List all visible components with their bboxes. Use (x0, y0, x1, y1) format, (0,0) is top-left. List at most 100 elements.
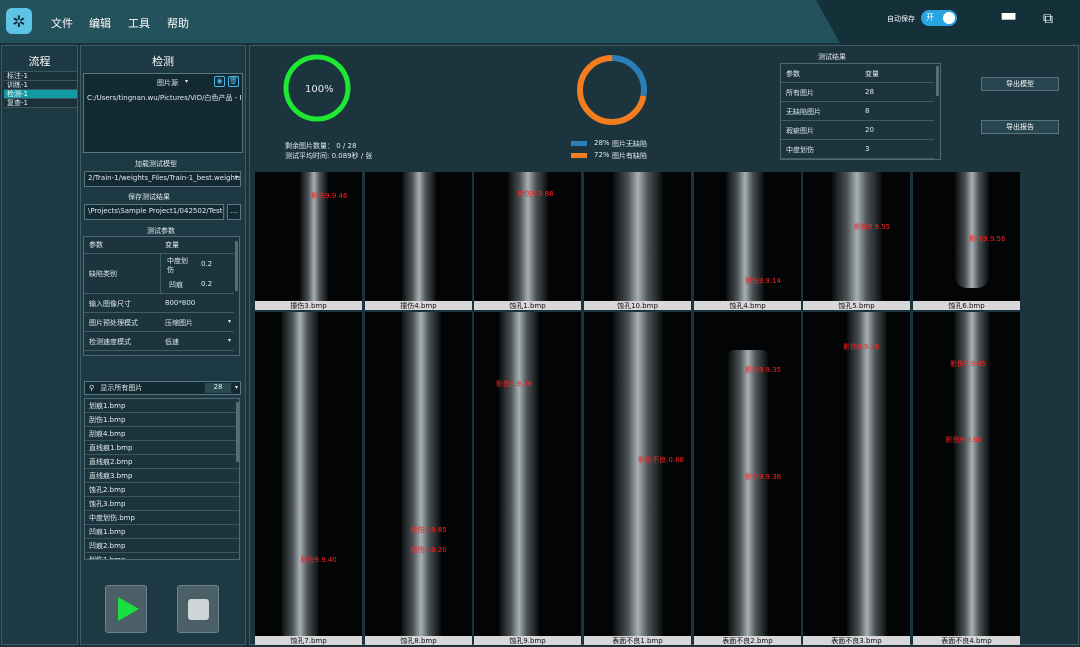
autosave-toggle[interactable]: 开 (921, 10, 957, 26)
remaining-count: 剩余图片数量： 0 / 28 (285, 142, 357, 150)
file-list-item[interactable]: 刮伤1.bmp (85, 413, 239, 427)
run-button[interactable] (105, 585, 147, 633)
flow-item[interactable]: 检测-1 (4, 90, 77, 99)
detection-label: 影伤9.9.35 (744, 366, 782, 375)
detection-label: 影伤9.9.40 (300, 556, 337, 565)
file-list-item[interactable]: 凹痕1.bmp (85, 525, 239, 539)
image-tile[interactable]: 影伤9.9.56 蚀孔6.bmp (913, 172, 1020, 310)
preprocess-select[interactable]: 压缩图片 (165, 318, 193, 328)
menu-edit[interactable]: 编辑 (89, 15, 111, 31)
detection-label: 影伤9.9.55 (853, 222, 891, 231)
image-name: 表面不良3.bmp (803, 636, 910, 645)
image-name: 撞伤4.bmp (365, 301, 472, 310)
image-tile[interactable]: 影伤9.9.26 表面不良3.bmp (803, 312, 910, 645)
trash-icon[interactable]: 🗑 (228, 76, 239, 87)
menu-file[interactable]: 文件 (51, 15, 73, 31)
legend-label: 图片有缺陷 (612, 152, 647, 160)
file-list-scrollbar[interactable] (236, 402, 239, 462)
menu-help[interactable]: 帮助 (167, 15, 189, 31)
file-list-item[interactable]: 划伤1.bmp (85, 553, 239, 559)
result-param: 参数 (786, 70, 800, 78)
image-name: 蚀孔8.bmp (365, 636, 472, 645)
play-icon (118, 597, 139, 621)
defect-value[interactable]: 0.2 (201, 260, 212, 268)
defect-row: 缺陷类别 中度划伤 0.2 凹痕 0.2 (84, 254, 234, 294)
source-path[interactable]: C:/Users/tingnan.wu/Pictures/ViD/白色产品 - … (87, 93, 241, 103)
file-list-item[interactable]: 蚀孔2.bmp (85, 483, 239, 497)
image-count: 28 (205, 383, 231, 393)
export-model-button[interactable]: 导出模型 (981, 77, 1059, 91)
input-size-value[interactable]: 800*800 (165, 299, 195, 307)
detection-label: 影伤9.9.26 (843, 342, 880, 351)
results-row: 瑕疵图片 20 (781, 121, 934, 140)
file-list: 划痕1.bmp 刮伤1.bmp 刮痕4.bmp 直线痕1.bmp 直线痕2.bmp 直线痕… (84, 398, 240, 560)
toggle-knob (943, 12, 955, 24)
detection-label: 影伤9.9.14 (744, 276, 782, 285)
legend-swatch (571, 153, 587, 158)
restore-icon[interactable]: ⧉ (1043, 12, 1053, 26)
file-list-item[interactable]: 划痕1.bmp (85, 399, 239, 413)
legend-percent: 72% (594, 151, 610, 159)
detection-label: 影伤不良:0.88 (638, 456, 684, 465)
image-tile[interactable]: 影伤9.9.46 撞伤3.bmp (255, 172, 362, 310)
rod-image (612, 312, 663, 645)
results-scrollbar[interactable] (936, 66, 939, 96)
flow-title: 流程 (28, 55, 51, 68)
detection-label: 影伤9.9.95 (949, 359, 987, 368)
source-box: 图片源 ▾ ◉ 🗑 C:/Users/tingnan.wu/Pictures/V… (83, 73, 243, 153)
preprocess-label: 图片预处理模式 (89, 319, 138, 327)
model-path-field[interactable]: 2/Train-1/weights_Files/Train-1_best.wei… (84, 171, 241, 187)
menu-tools[interactable]: 工具 (128, 15, 150, 31)
params-scrollbar[interactable] (235, 241, 238, 291)
image-tile[interactable]: 影伤不良:0.88 表面不良1.bmp (584, 312, 691, 645)
detection-label: 影伤9.9.26 (495, 379, 533, 388)
image-name: 撞伤3.bmp (255, 301, 362, 310)
image-tile[interactable]: 影伤9.9.26 蚀孔9.bmp (474, 312, 581, 645)
image-name: 蚀孔10.bmp (584, 301, 691, 310)
stop-button[interactable] (177, 585, 219, 633)
browse-button[interactable]: ... (227, 204, 241, 220)
chevron-down-icon: ▾ (228, 318, 232, 325)
file-list-item[interactable]: 刮痕4.bmp (85, 427, 239, 441)
image-tile[interactable]: 影伤9.9.95 影伤9.9.86 表面不良4.bmp (913, 312, 1020, 645)
result-value: 28 (865, 88, 874, 96)
file-list-item[interactable]: 直线痕2.bmp (85, 455, 239, 469)
image-tile[interactable]: 影伤9.9.40 蚀孔7.bmp (255, 312, 362, 645)
flow-item[interactable]: 训练-1 (4, 81, 77, 90)
file-list-item[interactable]: 直线痕1.bmp (85, 441, 239, 455)
preprocess-row: 图片预处理模式 压缩图片 ▾ (84, 313, 234, 332)
file-list-item[interactable]: 蚀孔3.bmp (85, 497, 239, 511)
file-list-item[interactable]: 凹痕2.bmp (85, 539, 239, 553)
image-tile[interactable]: 蚀孔10.bmp (584, 172, 691, 310)
defect-donut (577, 55, 647, 125)
file-list-item[interactable]: 直线痕3.bmp (85, 469, 239, 483)
result-path-field[interactable]: \Projects\Sample Project1/042502/Test-1 (84, 204, 224, 220)
results-header: 参数 变量 (781, 64, 934, 83)
flow-item[interactable]: 标注-1 (4, 72, 77, 81)
gear-icon[interactable]: ◉ (214, 76, 225, 87)
result-path-text: \Projects\Sample Project1/042502/Test-1 (88, 207, 224, 215)
results-table: 参数 变量 所有图片 28 无缺陷图片 8 瑕疵图片 20 中度划伤 3 (780, 63, 941, 160)
image-tile[interactable]: 撞伤4.bmp (365, 172, 472, 310)
image-name: 蚀孔6.bmp (913, 301, 1020, 310)
export-report-button[interactable]: 导出报告 (981, 120, 1059, 134)
file-list-item[interactable]: 中度划伤.bmp (85, 511, 239, 525)
speed-select[interactable]: 低速 (165, 337, 179, 347)
image-tile[interactable]: 影伤9.9.14 蚀孔4.bmp (694, 172, 801, 310)
model-path-text: 2/Train-1/weights_Files/Train-1_best.wei… (88, 174, 241, 182)
image-tile[interactable]: 影伤9.9.55 蚀孔5.bmp (803, 172, 910, 310)
result-param: 中度划伤 (786, 146, 814, 154)
source-dropdown[interactable]: 图片源 (157, 78, 178, 88)
image-tile[interactable]: 影伤9.9.35 影伤9.9.36 表面不良2.bmp (694, 312, 801, 645)
defect-value[interactable]: 0.2 (201, 280, 212, 288)
flow-item[interactable]: 复查-1 (4, 99, 77, 108)
filter-field[interactable]: ⚲ 显示所有图片 28 ▾ (84, 381, 241, 395)
minimize-icon[interactable]: ▬ (1000, 7, 1017, 25)
detection-label: 影伤9.9.36 (744, 472, 782, 481)
image-tile[interactable]: 影伤9.9.88 蚀孔1.bmp (474, 172, 581, 310)
file-list-items: 划痕1.bmp 刮伤1.bmp 刮痕4.bmp 直线痕1.bmp 直线痕2.bmp 直线痕… (85, 399, 239, 559)
defect-name: 凹痕 (169, 281, 183, 289)
image-tile[interactable]: 影伤9.9.85 影伤9.9.20 蚀孔8.bmp (365, 312, 472, 645)
flow-list: 标注-1 训练-1 检测-1 复查-1 (4, 71, 77, 108)
params-head-var: 变量 (165, 241, 179, 249)
